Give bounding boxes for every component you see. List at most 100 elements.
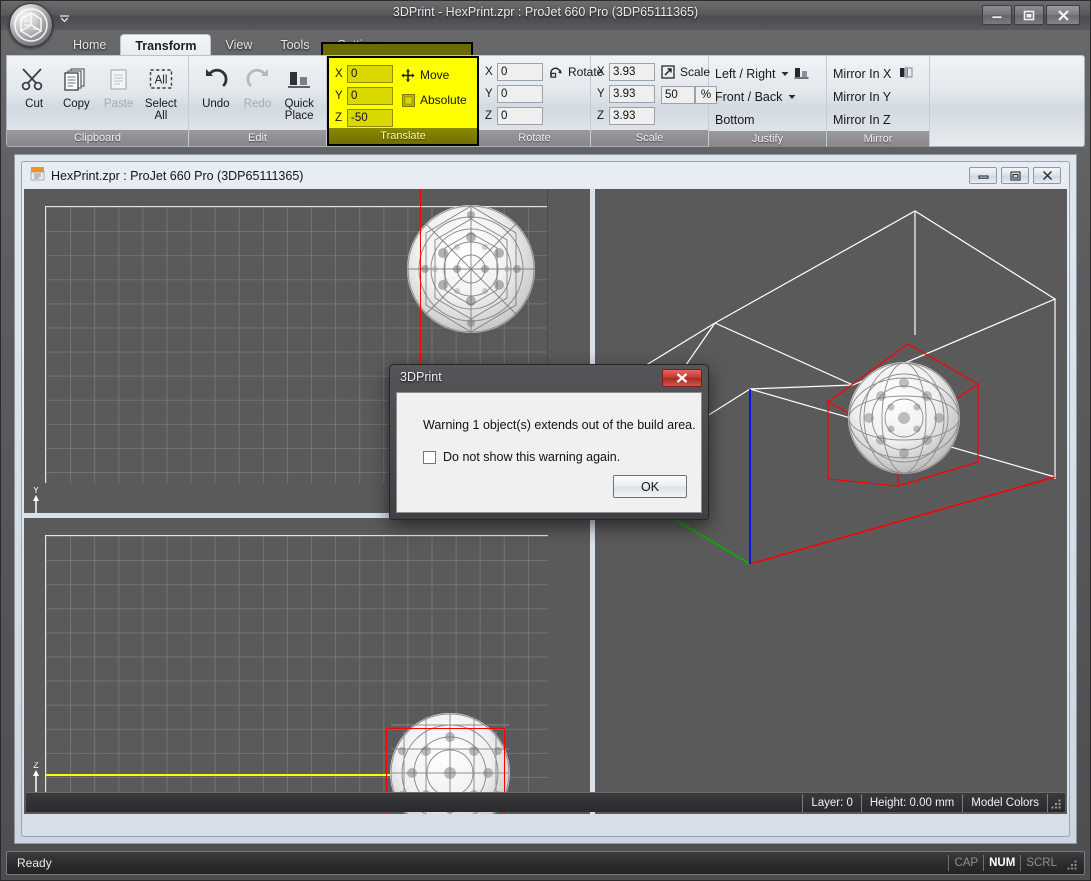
quick-access-dropdown-icon[interactable] [57, 11, 71, 25]
translate-x-input[interactable]: 0 [347, 65, 393, 83]
copy-label: Copy [63, 98, 90, 110]
paste-icon [106, 63, 132, 95]
rotate-y-axis-label: Y [485, 88, 497, 100]
axis-indicator-top-view: Y X [26, 487, 82, 513]
window-title: 3DPrint - HexPrint.zpr : ProJet 660 Pro … [1, 5, 1090, 19]
move-label: Move [420, 68, 449, 82]
mirror-in-y-button[interactable]: Mirror In Y [833, 85, 891, 108]
scale-row-z: Z 3.93 [597, 106, 655, 126]
document-icon [30, 166, 45, 186]
child-restore-button[interactable] [1001, 167, 1029, 184]
svg-text:Z: Z [33, 762, 39, 770]
translate-y-axis-label: Y [335, 90, 347, 102]
ribbon-empty-area [930, 56, 1084, 146]
rotate-x-axis-label: X [485, 66, 497, 78]
rotate-z-axis-label: Z [485, 110, 497, 122]
cut-label: Cut [25, 98, 43, 110]
mirror-in-z-label: Mirror In Z [833, 113, 891, 127]
quick-place-icon [285, 63, 313, 95]
ribbon-panel: Cut Copy [6, 55, 1085, 147]
translate-group-title: Translate [329, 128, 477, 144]
tab-home[interactable]: Home [59, 34, 120, 56]
status-num: NUM [983, 855, 1020, 871]
selection-box-top-view-upper [420, 189, 548, 393]
absolute-checkbox[interactable]: Absolute [401, 90, 467, 110]
scale-axis-fields: X 3.93 Y 3.93 Z 3.93 [597, 60, 655, 126]
mirror-in-x-button[interactable]: Mirror In X [833, 62, 913, 85]
absolute-label: Absolute [420, 93, 467, 107]
ribbon-group-scale: X 3.93 Y 3.93 Z 3.93 [591, 56, 709, 146]
scale-row-x: X 3.93 [597, 62, 655, 82]
paste-button[interactable]: Paste [98, 60, 140, 110]
dialog-close-button[interactable] [662, 369, 702, 387]
select-all-icon: All [147, 63, 175, 95]
scale-y-input[interactable]: 3.93 [609, 85, 655, 103]
translate-highlight-overlay [321, 42, 473, 55]
svg-text:All: All [154, 75, 167, 87]
edit-group-title: Edit [189, 130, 326, 146]
scale-x-axis-label: X [597, 66, 609, 78]
select-all-button[interactable]: All Select All [140, 60, 182, 122]
quick-place-button[interactable]: Quick Place [278, 60, 320, 122]
select-all-label: Select All [140, 98, 182, 122]
undo-button[interactable]: Undo [195, 60, 237, 110]
child-minimize-button[interactable] [969, 167, 997, 184]
viewport-resize-grip[interactable] [1047, 794, 1065, 812]
translate-x-axis-label: X [335, 68, 347, 80]
copy-button[interactable]: Copy [55, 60, 97, 110]
mirror-in-z-button[interactable]: Mirror In Z [833, 108, 891, 131]
window-close-button[interactable] [1046, 5, 1080, 25]
justify-align-icon [794, 66, 809, 82]
mirror-group-title: Mirror [827, 131, 929, 147]
height-status: Height: 0.00 mm [861, 794, 962, 812]
redo-arrow-icon [244, 63, 272, 95]
quick-place-label: Quick Place [278, 98, 320, 122]
redo-button[interactable]: Redo [237, 60, 279, 110]
translate-y-input[interactable]: 0 [347, 87, 393, 105]
status-resize-grip[interactable] [1062, 855, 1080, 871]
ribbon-group-clipboard: Cut Copy [7, 56, 189, 146]
svg-text:Y: Y [33, 487, 39, 495]
do-not-show-label: Do not show this warning again. [443, 450, 620, 464]
window-minimize-button[interactable] [982, 5, 1012, 25]
tab-transform[interactable]: Transform [120, 34, 211, 56]
scale-y-axis-label: Y [597, 88, 609, 100]
scale-x-input[interactable]: 3.93 [609, 63, 655, 81]
justify-front-back-label: Front / Back [715, 90, 782, 104]
translate-z-input[interactable]: -50 [347, 109, 393, 127]
scale-z-input[interactable]: 3.93 [609, 107, 655, 125]
child-close-button[interactable] [1033, 167, 1061, 184]
scale-arrow-icon [661, 65, 675, 79]
scale-percent-input[interactable]: 50 [661, 86, 695, 104]
dialog-ok-button[interactable]: OK [613, 475, 687, 498]
move-button[interactable]: Move [401, 65, 467, 85]
ribbon-group-rotate: X 0 Y 0 Z 0 [479, 56, 591, 146]
justify-left-right-button[interactable]: Left / Right [715, 62, 809, 85]
rotate-z-input[interactable]: 0 [497, 107, 543, 125]
scale-group-title: Scale [591, 130, 708, 146]
mirror-icon [899, 66, 913, 82]
status-cap: CAP [948, 855, 983, 871]
redo-label: Redo [244, 98, 272, 110]
rotate-group-title: Rotate [479, 130, 590, 146]
tab-tools[interactable]: Tools [266, 34, 323, 56]
warning-dialog: 3DPrint Warning 1 object(s) extends out … [389, 364, 709, 520]
justify-front-back-button[interactable]: Front / Back [715, 85, 796, 108]
rotate-icon [549, 65, 563, 79]
chevron-down-icon-2[interactable] [787, 92, 796, 101]
justify-left-right-label: Left / Right [715, 67, 775, 81]
title-bar: 3DPrint - HexPrint.zpr : ProJet 660 Pro … [1, 1, 1090, 30]
cut-button[interactable]: Cut [13, 60, 55, 110]
status-indicators: CAP NUM SCRL [948, 855, 1084, 871]
chevron-down-icon[interactable] [780, 69, 789, 78]
viewport-front-view[interactable]: Z X [24, 518, 590, 814]
rotate-x-input[interactable]: 0 [497, 63, 543, 81]
dialog-title: 3DPrint [400, 370, 442, 384]
window-maximize-button[interactable] [1014, 5, 1044, 25]
rotate-y-input[interactable]: 0 [497, 85, 543, 103]
3d-systems-logo[interactable] [9, 3, 53, 47]
justify-bottom-button[interactable]: Bottom [715, 108, 755, 131]
do-not-show-checkbox[interactable]: Do not show this warning again. [423, 450, 620, 464]
child-window-title: HexPrint.zpr : ProJet 660 Pro (3DP651113… [51, 169, 303, 183]
tab-view[interactable]: View [211, 34, 266, 56]
